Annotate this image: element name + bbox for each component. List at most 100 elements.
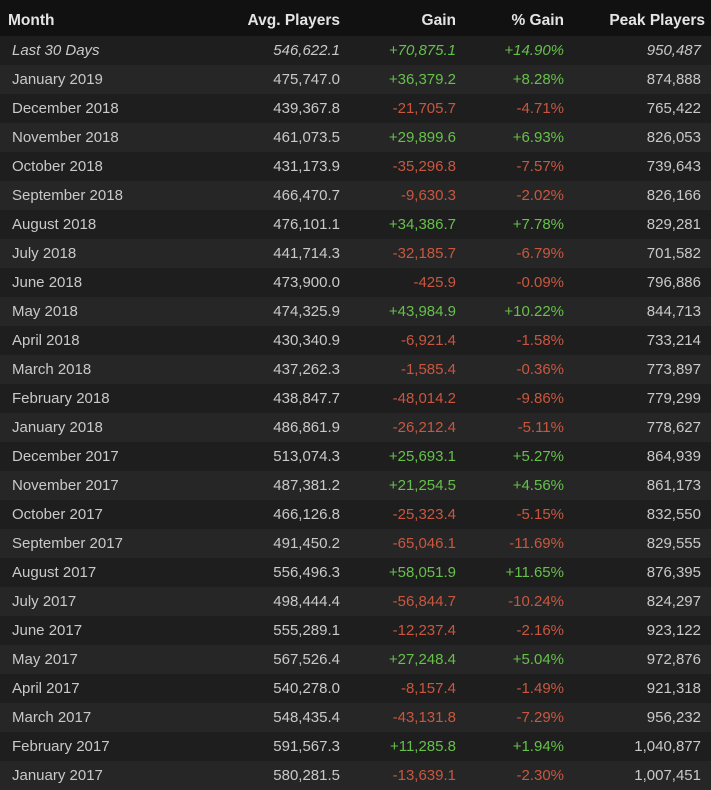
cell-gain: +36,379.2 — [388, 71, 456, 88]
cell-peak-players: 824,297 — [646, 593, 701, 610]
cell-month: September 2017 — [12, 535, 123, 552]
cell-month: November 2018 — [12, 129, 119, 146]
table-row: January 2017 580,281.5 -13,639.1 -2.30% 1,00… — [0, 761, 711, 790]
cell-pct-gain: -4.71% — [516, 100, 564, 117]
cell-month: June 2017 — [12, 622, 83, 639]
cell-avg-players: 486,861.9 — [273, 419, 340, 436]
cell-pct-gain: -1.49% — [516, 680, 564, 697]
cell-pct-gain: -7.57% — [516, 158, 564, 175]
cell-pct-gain: +8.28% — [512, 71, 564, 88]
cell-month: May 2018 — [12, 303, 78, 320]
table-row: June 2017 555,289.1 -12,237.4 -2.16% 923,122 — [0, 616, 711, 645]
cell-month: March 2017 — [12, 709, 92, 726]
cell-avg-players: 476,101.1 — [273, 216, 340, 233]
cell-month: June 2018 — [12, 274, 83, 291]
cell-peak-players: 861,173 — [646, 477, 701, 494]
table-body: Last 30 Days 546,622.1 +70,875.1 +14.90% 950… — [0, 36, 711, 790]
cell-peak-players: 733,214 — [646, 332, 701, 349]
cell-gain: -25,323.4 — [392, 506, 456, 523]
column-header-gain[interactable]: Gain — [340, 12, 456, 30]
table-row: May 2018 474,325.9 +43,984.9 +10.22% 844,713 — [0, 297, 711, 326]
cell-peak-players: 956,232 — [646, 709, 701, 726]
cell-gain: +29,899.6 — [388, 129, 456, 146]
cell-month: February 2017 — [12, 738, 110, 755]
column-header-pct-gain[interactable]: % Gain — [456, 12, 564, 30]
cell-month: July 2018 — [12, 245, 77, 262]
column-header-month[interactable]: Month — [0, 12, 200, 30]
cell-peak-players: 1,040,877 — [634, 738, 701, 755]
cell-avg-players: 475,747.0 — [273, 71, 340, 88]
cell-pct-gain: -7.29% — [516, 709, 564, 726]
cell-peak-players: 864,939 — [646, 448, 701, 465]
cell-pct-gain: +10.22% — [504, 303, 564, 320]
cell-gain: +27,248.4 — [388, 651, 456, 668]
cell-peak-players: 773,897 — [646, 361, 701, 378]
cell-avg-players: 487,381.2 — [273, 477, 340, 494]
cell-gain: -32,185.7 — [392, 245, 456, 262]
cell-month: November 2017 — [12, 477, 119, 494]
cell-month: September 2018 — [12, 187, 123, 204]
cell-gain: +25,693.1 — [388, 448, 456, 465]
table-row: March 2018 437,262.3 -1,585.4 -0.36% 773,897 — [0, 355, 711, 384]
cell-peak-players: 921,318 — [646, 680, 701, 697]
cell-pct-gain: +1.94% — [512, 738, 564, 755]
cell-gain: -43,131.8 — [392, 709, 456, 726]
cell-peak-players: 765,422 — [646, 100, 701, 117]
cell-gain: +70,875.1 — [388, 42, 456, 59]
cell-month: April 2018 — [12, 332, 80, 349]
cell-pct-gain: -5.11% — [517, 419, 564, 436]
table-row: November 2018 461,073.5 +29,899.6 +6.93% 826… — [0, 123, 711, 152]
table-row: February 2017 591,567.3 +11,285.8 +1.94% 1,0… — [0, 732, 711, 761]
cell-peak-players: 832,550 — [646, 506, 701, 523]
cell-pct-gain: -0.36% — [516, 361, 564, 378]
player-stats-table: Month Avg. Players Gain % Gain Peak Play… — [0, 0, 711, 790]
cell-avg-players: 474,325.9 — [273, 303, 340, 320]
table-row: October 2017 466,126.8 -25,323.4 -5.15% 832,… — [0, 500, 711, 529]
table-row: May 2017 567,526.4 +27,248.4 +5.04% 972,876 — [0, 645, 711, 674]
table-row: August 2017 556,496.3 +58,051.9 +11.65% 876,… — [0, 558, 711, 587]
cell-avg-players: 491,450.2 — [273, 535, 340, 552]
cell-peak-players: 796,886 — [646, 274, 701, 291]
cell-avg-players: 540,278.0 — [273, 680, 340, 697]
cell-month: July 2017 — [12, 593, 77, 610]
cell-avg-players: 438,847.7 — [273, 390, 340, 407]
column-header-avg-players[interactable]: Avg. Players — [200, 12, 340, 30]
cell-month: April 2017 — [12, 680, 80, 697]
cell-avg-players: 461,073.5 — [273, 129, 340, 146]
cell-pct-gain: -2.30% — [516, 767, 564, 784]
cell-avg-players: 430,340.9 — [273, 332, 340, 349]
cell-peak-players: 950,487 — [646, 42, 701, 59]
cell-avg-players: 466,126.8 — [273, 506, 340, 523]
cell-month: January 2018 — [12, 419, 103, 436]
cell-pct-gain: +7.78% — [512, 216, 564, 233]
cell-month: August 2017 — [12, 564, 97, 581]
cell-pct-gain: -2.02% — [516, 187, 564, 204]
cell-pct-gain: -9.86% — [516, 390, 564, 407]
cell-avg-players: 513,074.3 — [273, 448, 340, 465]
cell-gain: -425.9 — [413, 274, 456, 291]
cell-gain: -6,921.4 — [400, 332, 456, 349]
cell-gain: -21,705.7 — [392, 100, 456, 117]
cell-month: October 2018 — [12, 158, 103, 175]
column-header-peak-players[interactable]: Peak Players — [564, 12, 711, 30]
table-header: Month Avg. Players Gain % Gain Peak Play… — [0, 0, 711, 36]
cell-pct-gain: -10.24% — [508, 593, 564, 610]
cell-month: February 2018 — [12, 390, 110, 407]
table-row: August 2018 476,101.1 +34,386.7 +7.78% 829,2… — [0, 210, 711, 239]
cell-peak-players: 778,627 — [646, 419, 701, 436]
cell-gain: -12,237.4 — [392, 622, 456, 639]
cell-month: October 2017 — [12, 506, 103, 523]
table-row: November 2017 487,381.2 +21,254.5 +4.56% 861… — [0, 471, 711, 500]
cell-peak-players: 844,713 — [646, 303, 701, 320]
table-row: January 2018 486,861.9 -26,212.4 -5.11% 778,… — [0, 413, 711, 442]
cell-gain: +34,386.7 — [388, 216, 456, 233]
table-row: February 2018 438,847.7 -48,014.2 -9.86% 779… — [0, 384, 711, 413]
cell-avg-players: 546,622.1 — [273, 42, 340, 59]
cell-month: January 2019 — [12, 71, 103, 88]
cell-pct-gain: +5.27% — [512, 448, 564, 465]
cell-avg-players: 567,526.4 — [273, 651, 340, 668]
cell-pct-gain: +11.65% — [505, 564, 564, 581]
table-row: September 2018 466,470.7 -9,630.3 -2.02% 826… — [0, 181, 711, 210]
cell-pct-gain: +4.56% — [512, 477, 564, 494]
table-row: December 2018 439,367.8 -21,705.7 -4.71% 765… — [0, 94, 711, 123]
